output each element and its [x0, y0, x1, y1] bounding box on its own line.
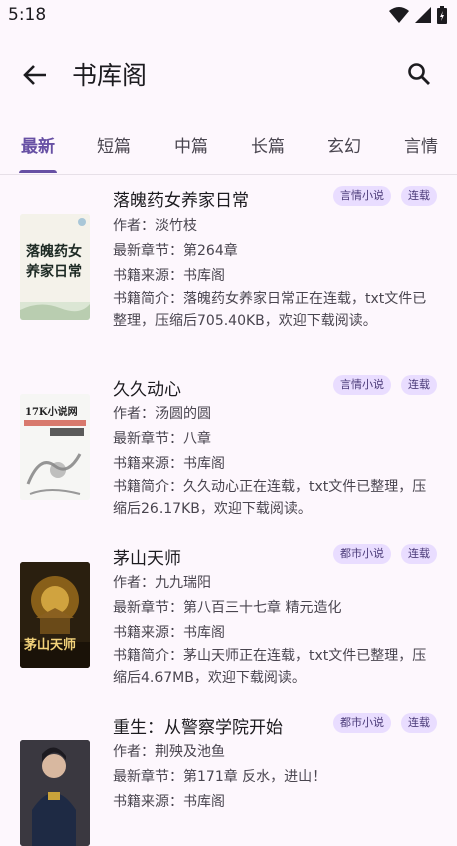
author-line: 作者：汤圆的圆	[113, 403, 211, 423]
book-title: 落魄药女养家日常	[113, 191, 249, 211]
tab-fantasy[interactable]: 玄幻	[327, 132, 361, 157]
search-button[interactable]	[403, 58, 435, 90]
author-line: 作者：荆殃及池鱼	[113, 741, 225, 761]
source-line: 书籍来源：书库阁	[113, 453, 225, 473]
intro-line: 书籍简介：落魄药女养家日常正在连载，txt文件已整理，压缩后705.40KB，欢…	[113, 288, 439, 332]
author-value: 汤圆的圆	[155, 406, 211, 422]
genre-badge: 都市小说	[333, 544, 391, 564]
genre-badge: 都市小说	[333, 713, 391, 733]
badges: 都市小说 连载	[333, 713, 437, 733]
chapter-label: 最新章节：	[113, 769, 183, 785]
search-icon	[408, 63, 430, 85]
author-line: 作者：淡竹枝	[113, 215, 197, 235]
tab-indicator	[19, 170, 57, 173]
intro-label: 书籍简介：	[113, 291, 183, 307]
chapter-label: 最新章节：	[113, 600, 183, 616]
status-icons	[389, 6, 447, 24]
cover-art	[20, 740, 90, 846]
signal-icon	[415, 7, 431, 23]
source-line: 书籍来源：书库阁	[113, 622, 225, 642]
tab-medium[interactable]: 中篇	[174, 132, 208, 157]
tab-long[interactable]: 长篇	[251, 132, 285, 157]
badges: 都市小说 连载	[333, 544, 437, 564]
chapter-label: 最新章节：	[113, 431, 183, 447]
book-title: 茅山天师	[113, 549, 181, 569]
status-badge: 连载	[401, 544, 437, 564]
chapter-value: 第八百三十七章 精元造化	[183, 600, 342, 616]
intro-line: 书籍简介：茅山天师正在连载，txt文件已整理，压缩后4.67MB，欢迎下载阅读。	[113, 645, 439, 689]
genre-badge: 言情小说	[333, 375, 391, 395]
badges: 言情小说 连载	[333, 375, 437, 395]
status-time: 5:18	[8, 5, 47, 25]
cover-text: 茅山天师	[24, 638, 77, 653]
book-cover: 17K小说网	[20, 394, 90, 500]
intro-label: 书籍简介：	[113, 479, 183, 495]
source-label: 书籍来源：	[113, 794, 183, 810]
author-line: 作者：九九瑞阳	[113, 572, 211, 592]
status-bar: 5:18	[0, 0, 457, 32]
author-value: 九九瑞阳	[155, 575, 211, 591]
book-title: 久久动心	[113, 380, 181, 400]
cover-text: 17K小说网	[25, 407, 78, 418]
book-cover: 茅山天师	[20, 562, 90, 668]
page-title: 书库阁	[72, 61, 148, 90]
chapter-value: 第264章	[183, 243, 238, 259]
arrow-back-icon	[23, 65, 46, 85]
intro-label: 书籍简介：	[113, 648, 183, 664]
tab-short[interactable]: 短篇	[97, 132, 131, 157]
battery-icon	[437, 6, 447, 24]
chapter-line: 最新章节：第八百三十七章 精元造化	[113, 597, 341, 617]
chapter-label: 最新章节：	[113, 243, 183, 259]
badges: 言情小说 连载	[333, 186, 437, 206]
source-value: 书库阁	[183, 794, 225, 810]
book-cover	[20, 740, 90, 846]
chapter-value: 第171章 反水，进山！	[183, 769, 327, 785]
source-value: 书库阁	[183, 625, 225, 641]
book-title: 重生：从警察学院开始	[113, 718, 283, 738]
source-line: 书籍来源：书库阁	[113, 791, 225, 811]
source-label: 书籍来源：	[113, 268, 183, 284]
chapter-value: 八章	[183, 431, 211, 447]
author-value: 荆殃及池鱼	[155, 744, 225, 760]
status-badge: 连载	[401, 713, 437, 733]
book-cover: 落魄药女养家日常	[20, 214, 90, 320]
status-badge: 连载	[401, 186, 437, 206]
intro-line: 书籍简介：久久动心正在连载，txt文件已整理，压缩后26.17KB，欢迎下载阅读…	[113, 476, 439, 520]
genre-badge: 言情小说	[333, 186, 391, 206]
tab-romance[interactable]: 言情	[404, 132, 438, 157]
author-value: 淡竹枝	[155, 218, 197, 234]
author-label: 作者：	[113, 744, 155, 760]
status-badge: 连载	[401, 375, 437, 395]
source-line: 书籍来源：书库阁	[113, 265, 225, 285]
tab-latest[interactable]: 最新	[21, 132, 55, 157]
chapter-line: 最新章节：第171章 反水，进山！	[113, 766, 326, 786]
app-bar: 书库阁	[0, 38, 457, 108]
chapter-line: 最新章节：八章	[113, 428, 211, 448]
back-button[interactable]	[18, 58, 52, 92]
author-label: 作者：	[113, 218, 155, 234]
chapter-line: 最新章节：第264章	[113, 240, 238, 260]
source-value: 书库阁	[183, 268, 225, 284]
cover-text: 落魄药女养家日常	[26, 244, 82, 280]
wifi-icon	[389, 7, 409, 23]
source-label: 书籍来源：	[113, 625, 183, 641]
category-tabs: 最新 短篇 中篇 长篇 玄幻 言情	[0, 124, 457, 175]
author-label: 作者：	[113, 406, 155, 422]
source-value: 书库阁	[183, 456, 225, 472]
author-label: 作者：	[113, 575, 155, 591]
source-label: 书籍来源：	[113, 456, 183, 472]
